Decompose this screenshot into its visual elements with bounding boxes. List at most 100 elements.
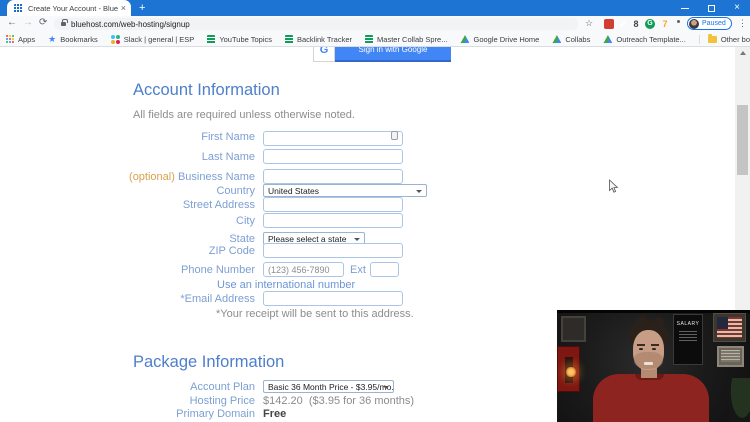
sync-paused-badge: Paused — [702, 20, 726, 27]
country-select[interactable]: United States — [263, 184, 427, 197]
google-signin-button[interactable]: G Sign in with Google — [313, 47, 451, 62]
salary-poster-text: SALARY — [674, 321, 702, 327]
seven-extension-icon[interactable]: 7 — [660, 19, 670, 29]
person-eye — [652, 348, 656, 350]
city-label: City — [100, 215, 255, 227]
hosting-price-value: $142.20 ($3.95 for 36 months) — [263, 395, 414, 407]
phone-ext-input[interactable] — [370, 262, 399, 277]
last-name-label: Last Name — [100, 151, 255, 163]
bookmark-backlink-tracker[interactable]: Backlink Tracker — [285, 35, 352, 44]
person-eye — [639, 348, 643, 350]
last-name-input[interactable] — [263, 149, 403, 164]
account-plan-select[interactable]: Basic 36 Month Price - $3.95/mo. — [263, 380, 394, 393]
tab-close-icon[interactable]: × — [121, 4, 126, 13]
city-input[interactable] — [263, 213, 403, 228]
scroll-up-icon[interactable] — [740, 51, 746, 55]
sheets-icon — [365, 35, 373, 44]
drive-icon — [603, 35, 612, 43]
account-plan-label: Account Plan — [100, 381, 255, 393]
phone-number-label: Phone Number — [100, 264, 255, 276]
browser-toolbar: ← → ⟳ bluehost.com/web-hosting/signup ☆ … — [0, 16, 750, 32]
google-g-icon: G — [313, 47, 335, 62]
international-number-link[interactable]: Use an international number — [217, 279, 355, 291]
person-shirt — [593, 374, 709, 422]
bookmark-drive-home[interactable]: Google Drive Home — [460, 35, 539, 44]
address-bar[interactable]: bluehost.com/web-hosting/signup — [54, 18, 578, 30]
email-address-label: *Email Address — [100, 293, 255, 305]
bookmark-apps[interactable]: Apps — [6, 35, 35, 44]
chevron-down-icon — [354, 238, 360, 241]
drive-icon — [552, 35, 561, 43]
business-name-label: (optional) Business Name — [100, 171, 255, 183]
phone-number-input[interactable] — [263, 262, 344, 277]
folder-icon — [708, 36, 717, 43]
bookmark-star-icon[interactable]: ☆ — [585, 18, 593, 29]
apps-grid-icon — [6, 35, 14, 43]
optional-tag: (optional) — [129, 171, 175, 183]
receipt-note: *Your receipt will be sent to this addre… — [216, 308, 414, 320]
green-circle-extension-icon[interactable]: G — [645, 19, 655, 29]
mouse-cursor — [608, 179, 619, 199]
package-information-heading: Package Information — [133, 353, 284, 372]
maximize-icon — [708, 5, 715, 12]
slack-icon — [111, 35, 120, 44]
eight-extension-icon[interactable]: 8 — [631, 19, 641, 29]
profile-button[interactable]: Paused — [687, 17, 732, 30]
refresh-icon[interactable]: ⟳ — [39, 17, 47, 28]
other-bookmarks-button[interactable]: Other bookmarks — [708, 35, 750, 44]
bookmark-outreach-template[interactable]: Outreach Template... — [603, 35, 685, 44]
lock-icon — [61, 22, 66, 26]
bookmark-bookmarks[interactable]: ★ Bookmarks — [48, 35, 98, 44]
account-information-heading: Account Information — [133, 81, 280, 100]
star-icon: ★ — [48, 35, 56, 44]
bookmark-collabs[interactable]: Collabs — [552, 35, 590, 44]
zip-code-input[interactable] — [263, 243, 403, 258]
minimize-button[interactable] — [672, 0, 698, 16]
minimize-icon — [681, 8, 689, 9]
certificate-frame — [717, 346, 744, 367]
browser-menu-icon[interactable]: ⋮ — [738, 18, 747, 29]
first-name-label: First Name — [100, 131, 255, 143]
street-address-label: Street Address — [100, 199, 255, 211]
webcam-overlay: SALARY — [557, 310, 750, 422]
zip-code-label: ZIP Code — [100, 245, 255, 257]
required-fields-note: All fields are required unless otherwise… — [133, 109, 355, 121]
chevron-down-icon — [383, 386, 389, 389]
titlebar: Create Your Account - Bluehost × + × — [0, 0, 750, 16]
email-address-input[interactable] — [263, 291, 403, 306]
red-extension-icon[interactable] — [604, 19, 614, 29]
hosting-price-label: Hosting Price — [100, 395, 255, 407]
url-text: bluehost.com/web-hosting/signup — [71, 20, 190, 29]
person-eyebrow — [637, 344, 645, 346]
first-name-input[interactable] — [263, 131, 403, 146]
salary-poster-lines — [679, 331, 697, 341]
forward-icon[interactable]: → — [23, 17, 33, 28]
street-address-input[interactable] — [263, 197, 403, 212]
autofill-icon[interactable] — [391, 131, 398, 140]
back-icon[interactable]: ← — [7, 17, 17, 28]
bookmark-slack[interactable]: Slack | general | ESP — [111, 35, 195, 44]
primary-domain-label: Primary Domain — [100, 408, 255, 420]
close-icon: × — [734, 3, 740, 13]
chevron-down-icon — [416, 190, 422, 193]
business-name-input[interactable] — [263, 169, 403, 184]
bookmarks-separator — [699, 35, 700, 44]
person-stubble — [634, 352, 663, 369]
close-button[interactable]: × — [724, 0, 750, 16]
country-label: Country — [100, 185, 255, 197]
new-tab-button[interactable]: + — [139, 1, 145, 15]
window-controls: × — [672, 0, 750, 16]
google-signin-label: Sign in with Google — [335, 47, 451, 62]
tab-title: Create Your Account - Bluehost — [28, 4, 118, 13]
maximize-button[interactable] — [698, 0, 724, 16]
us-flag-frame — [713, 313, 746, 342]
drive-icon — [460, 35, 469, 43]
primary-domain-value: Free — [263, 408, 286, 420]
bookmark-youtube-topics[interactable]: YouTube Topics — [207, 35, 272, 44]
browser-window: Create Your Account - Bluehost × + × ← →… — [0, 0, 750, 422]
bookmark-master-collab[interactable]: Master Collab Spre... — [365, 35, 447, 44]
browser-tab[interactable]: Create Your Account - Bluehost × — [7, 0, 131, 16]
scrollbar-thumb[interactable] — [737, 105, 748, 175]
bookmarks-bar: Apps ★ Bookmarks Slack | general | ESP Y… — [0, 32, 750, 47]
sheets-icon — [285, 35, 293, 44]
